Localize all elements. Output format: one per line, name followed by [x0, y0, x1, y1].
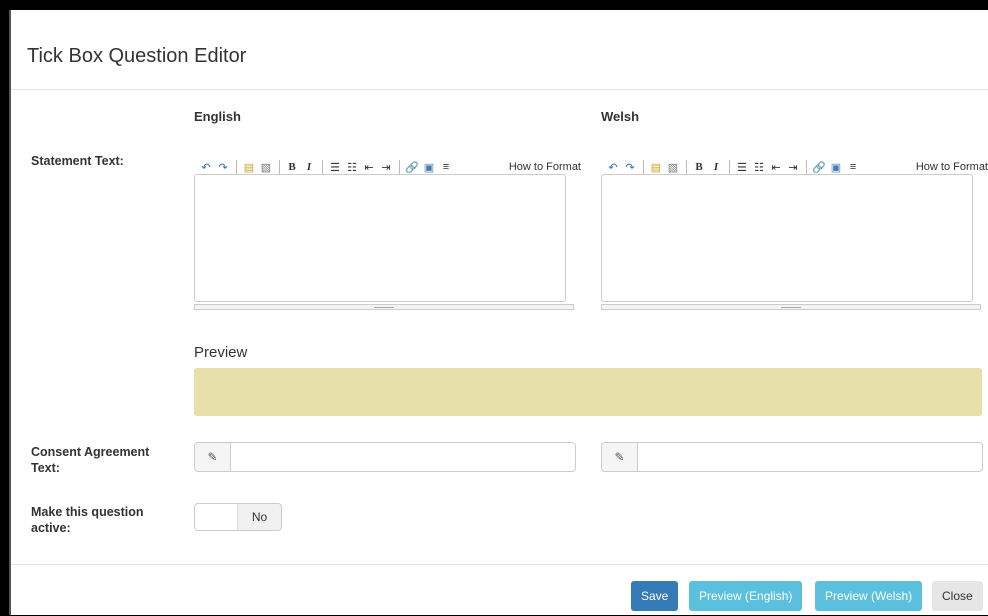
toggle-state-label: No	[238, 504, 281, 530]
bold-icon[interactable]: B	[285, 160, 299, 174]
image-icon[interactable]: ▣	[829, 160, 843, 174]
outdent-icon[interactable]: ⇤	[769, 160, 783, 174]
bold-icon[interactable]: B	[692, 160, 706, 174]
toolbar-divider	[729, 160, 730, 174]
preview-english-button[interactable]: Preview (English)	[689, 581, 803, 611]
horizontal-rule-icon[interactable]: ≡	[439, 160, 453, 174]
how-to-format-link[interactable]: How to Format	[916, 161, 988, 173]
undo-icon[interactable]: ↶	[199, 160, 213, 174]
preview-panel	[194, 368, 982, 416]
preview-welsh-button[interactable]: Preview (Welsh)	[815, 581, 923, 611]
consent-label-line2: Text:	[31, 461, 60, 475]
active-toggle-switch[interactable]: No	[194, 503, 282, 531]
toggle-handle[interactable]	[195, 504, 238, 530]
numbered-list-icon[interactable]: ☷	[752, 160, 766, 174]
tick-box-question-editor-modal: Tick Box Question Editor English Welsh S…	[9, 10, 988, 615]
welsh-column-heading: Welsh	[601, 109, 640, 124]
statement-text-label: Statement Text:	[31, 154, 124, 168]
paste-text-icon[interactable]: ▤	[649, 160, 663, 174]
indent-icon[interactable]: ⇥	[786, 160, 800, 174]
toolbar-divider	[686, 160, 687, 174]
italic-icon[interactable]: I	[709, 160, 723, 174]
horizontal-rule-icon[interactable]: ≡	[846, 160, 860, 174]
how-to-format-link[interactable]: How to Format	[509, 161, 581, 173]
outdent-icon[interactable]: ⇤	[362, 160, 376, 174]
pencil-icon: ✎	[602, 443, 638, 471]
active-label-line1: Make this question	[31, 505, 144, 519]
welsh-editor-resize-handle[interactable]	[601, 304, 981, 310]
english-column-heading: English	[194, 109, 241, 124]
toolbar-divider	[806, 160, 807, 174]
active-label-line2: active:	[31, 521, 71, 535]
paste-word-icon[interactable]: ▧	[259, 160, 273, 174]
consent-agreement-label: Consent Agreement Text:	[31, 444, 149, 476]
modal-footer: Save Preview (English) Preview (Welsh) C…	[11, 564, 988, 616]
preview-heading: Preview	[194, 344, 248, 361]
redo-icon[interactable]: ↷	[216, 160, 230, 174]
english-consent-input[interactable]	[231, 443, 575, 471]
close-button[interactable]: Close	[932, 581, 983, 611]
english-editor-resize-handle[interactable]	[194, 304, 574, 310]
toolbar-divider	[399, 160, 400, 174]
modal-header: Tick Box Question Editor	[11, 10, 988, 90]
numbered-list-icon[interactable]: ☷	[345, 160, 359, 174]
italic-icon[interactable]: I	[302, 160, 316, 174]
toolbar-divider	[322, 160, 323, 174]
link-icon[interactable]: 🔗	[812, 160, 826, 174]
image-icon[interactable]: ▣	[422, 160, 436, 174]
undo-icon[interactable]: ↶	[606, 160, 620, 174]
pencil-icon: ✎	[195, 443, 231, 471]
paste-word-icon[interactable]: ▧	[666, 160, 680, 174]
bulleted-list-icon[interactable]: ☰	[735, 160, 749, 174]
welsh-consent-input[interactable]	[638, 443, 982, 471]
modal-title: Tick Box Question Editor	[27, 45, 247, 67]
welsh-statement-editor[interactable]	[601, 174, 973, 302]
toolbar-divider	[279, 160, 280, 174]
welsh-consent-input-group: ✎	[601, 442, 983, 472]
redo-icon[interactable]: ↷	[623, 160, 637, 174]
english-statement-editor[interactable]	[194, 174, 566, 302]
english-consent-input-group: ✎	[194, 442, 576, 472]
bulleted-list-icon[interactable]: ☰	[328, 160, 342, 174]
indent-icon[interactable]: ⇥	[379, 160, 393, 174]
toolbar-divider	[643, 160, 644, 174]
toolbar-divider	[236, 160, 237, 174]
paste-text-icon[interactable]: ▤	[242, 160, 256, 174]
consent-label-line1: Consent Agreement	[31, 445, 150, 459]
make-active-label: Make this question active:	[31, 504, 144, 536]
link-icon[interactable]: 🔗	[405, 160, 419, 174]
save-button[interactable]: Save	[631, 581, 679, 611]
